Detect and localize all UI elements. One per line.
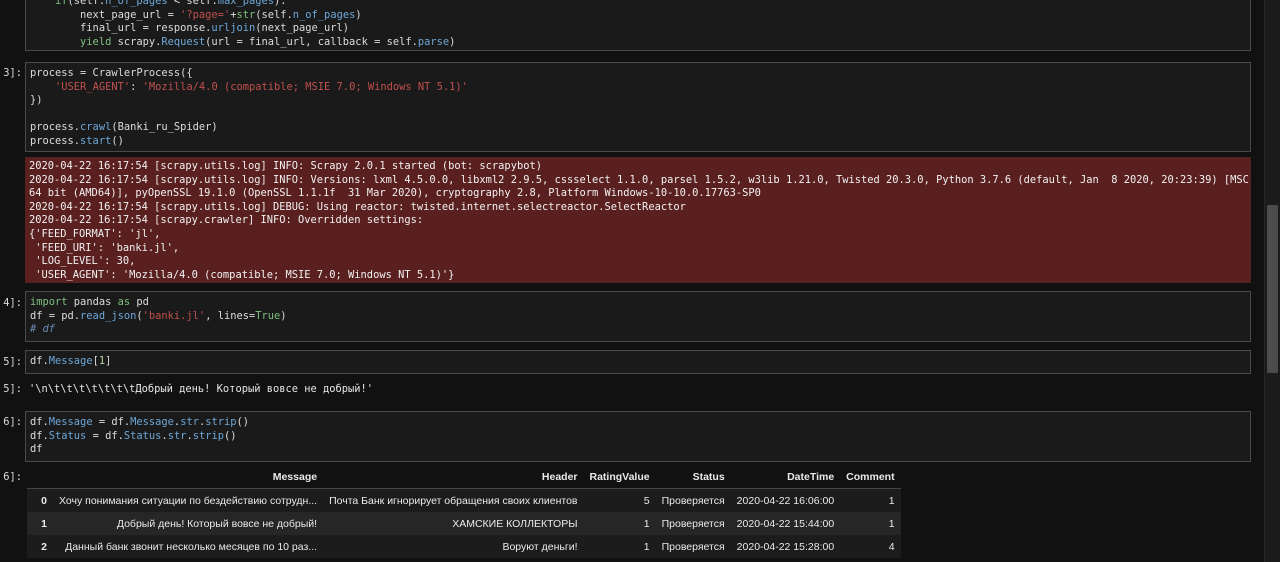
cell-header: Воруют деньги! xyxy=(323,535,584,558)
code-line: if(self.n_of_pages < self.max_pages): xyxy=(30,0,287,7)
cell-message: Хочу понимания ситуации по бездействию с… xyxy=(53,488,324,512)
code-cell-message[interactable]: df.Message[1] xyxy=(25,350,1251,374)
row-index: 1 xyxy=(27,512,53,535)
column-header: RatingValue xyxy=(583,466,656,489)
code-line: }) xyxy=(30,94,43,106)
output-text: '\n\t\t\t\t\t\t\tДобрый день! Который во… xyxy=(29,383,374,395)
output-prompt: 5]: xyxy=(3,383,22,395)
cell-rating: 1 xyxy=(583,512,656,535)
code-line: df = pd.read_json('banki.jl', lines=True… xyxy=(30,309,287,322)
code-line: # df xyxy=(30,323,56,335)
cell-prompt: 6]: xyxy=(3,416,22,428)
cell-prompt: 4]: xyxy=(3,297,22,309)
code-editor[interactable]: df.Message = df.Message.str.strip() df.S… xyxy=(26,412,1250,461)
code-cell-crawler-process[interactable]: process = CrawlerProcess({ 'USER_AGENT':… xyxy=(25,62,1251,152)
cell-header: Почта Банк игнорирует обращения своих кл… xyxy=(323,488,584,512)
log-line: 2020-04-22 16:17:54 [scrapy.utils.log] D… xyxy=(29,200,686,213)
log-line: 'FEED_URI': 'banki.jl', xyxy=(29,241,180,254)
code-editor[interactable]: import pandas as pd df = pd.read_json('b… xyxy=(26,292,1250,341)
cell-header: ХАМСКИЕ КОЛЛЕКТОРЫ xyxy=(323,512,584,535)
code-line: df.Message = df.Message.str.strip() xyxy=(30,416,250,428)
column-header: Header xyxy=(323,466,584,489)
row-index: 0 xyxy=(27,488,53,512)
cell-status: Проверяется xyxy=(655,488,731,512)
scrollbar-thumb[interactable] xyxy=(1267,205,1278,373)
code-editor[interactable]: process = CrawlerProcess({ 'USER_AGENT':… xyxy=(26,63,1250,152)
code-editor[interactable]: df.Message[1] xyxy=(26,351,1250,373)
vertical-scrollbar[interactable] xyxy=(1264,0,1280,562)
cell-datetime: 2020-04-22 15:28:00 xyxy=(730,535,841,558)
code-line: yield scrapy.Request(url = final_url, ca… xyxy=(80,35,456,48)
table-row: 0 Хочу понимания ситуации по бездействию… xyxy=(27,488,901,512)
table-row: 2 Данный банк звонит несколько месяцев п… xyxy=(27,535,901,558)
table-row: 1 Добрый день! Который вовсе не добрый! … xyxy=(27,512,901,535)
code-line: process = CrawlerProcess({ xyxy=(30,67,193,79)
code-line: next_page_url = '?page='+str(self.n_of_p… xyxy=(30,8,362,21)
cell-rating: 5 xyxy=(583,488,656,512)
code-cell-pandas[interactable]: import pandas as pd df = pd.read_json('b… xyxy=(25,291,1251,342)
code-cell-strip[interactable]: df.Message = df.Message.str.strip() df.S… xyxy=(25,411,1251,462)
code-editor[interactable]: if(self.n_of_pages < self.max_pages): ne… xyxy=(26,0,1250,53)
cell-datetime: 2020-04-22 16:06:00 xyxy=(730,488,841,512)
column-header: Comment xyxy=(840,466,901,489)
log-line: 2020-04-22 16:17:54 [scrapy.utils.log] I… xyxy=(29,173,1251,186)
dataframe-table: Message Header RatingValue Status DateTi… xyxy=(27,466,901,558)
output-prompt: 6]: xyxy=(3,471,22,483)
table-header-row: Message Header RatingValue Status DateTi… xyxy=(27,466,901,489)
log-line: {'FEED_FORMAT': 'jl', xyxy=(29,227,161,240)
code-line: final_url = response.urljoin(next_page_u… xyxy=(30,22,350,34)
code-line: df xyxy=(30,443,43,455)
cell-comment: 4 xyxy=(840,535,901,558)
cell-status: Проверяется xyxy=(655,535,731,558)
code-line: df.Message[1] xyxy=(30,355,112,367)
column-header: DateTime xyxy=(730,466,841,489)
log-line: 64 bit (AMD64)], pyOpenSSL 19.1.0 (OpenS… xyxy=(29,187,761,200)
cell-status: Проверяется xyxy=(655,512,731,535)
log-line: 2020-04-22 16:17:54 [scrapy.crawler] INF… xyxy=(29,214,424,227)
cell-comment: 1 xyxy=(840,512,901,535)
cell-comment: 1 xyxy=(840,488,901,512)
column-header: Message xyxy=(53,466,324,489)
log-line: 2020-04-22 16:17:54 [scrapy.utils.log] I… xyxy=(29,160,542,172)
row-index: 2 xyxy=(27,535,53,558)
cell-prompt: 3]: xyxy=(3,67,22,79)
cell-datetime: 2020-04-22 15:44:00 xyxy=(730,512,841,535)
code-line: process.crawl(Banki_ru_Spider) xyxy=(30,121,218,133)
stderr-output: 2020-04-22 16:17:54 [scrapy.utils.log] I… xyxy=(25,157,1251,283)
code-line: df.Status = df.Status.str.strip() xyxy=(30,429,237,442)
code-line: import pandas as pd xyxy=(30,296,149,308)
cell-rating: 1 xyxy=(583,535,656,558)
code-line: 'USER_AGENT': 'Mozilla/4.0 (compatible; … xyxy=(55,80,468,93)
code-cell-pagination[interactable]: if(self.n_of_pages < self.max_pages): ne… xyxy=(25,0,1251,51)
column-header xyxy=(27,466,53,489)
log-line: 'LOG_LEVEL': 30, xyxy=(29,255,136,268)
column-header: Status xyxy=(655,466,731,489)
log-line: 'USER_AGENT': 'Mozilla/4.0 (compatible; … xyxy=(29,268,455,281)
cell-message: Данный банк звонит несколько месяцев по … xyxy=(53,535,324,558)
cell-prompt: 5]: xyxy=(3,356,22,368)
code-line: process.start() xyxy=(30,134,124,147)
cell-message: Добрый день! Который вовсе не добрый! xyxy=(53,512,324,535)
